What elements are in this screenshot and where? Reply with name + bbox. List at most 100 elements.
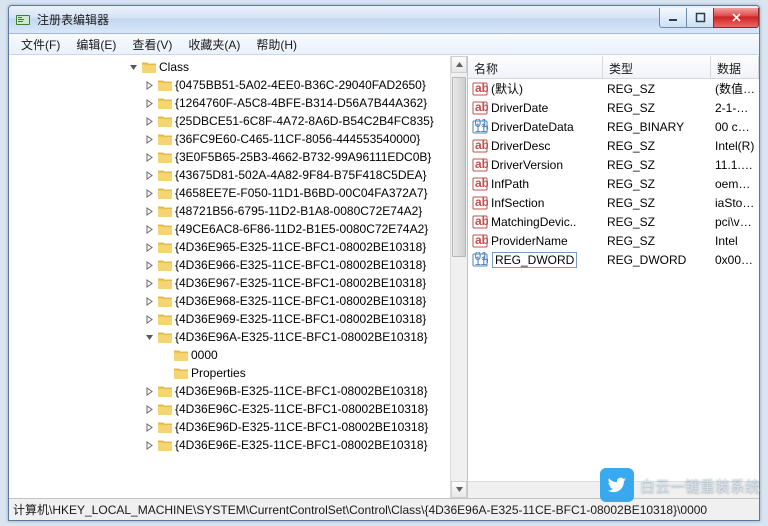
tree-node[interactable]: {4D36E96B-E325-11CE-BFC1-08002BE10318} [9, 382, 450, 400]
value-data: 11.1.0.1 [711, 158, 759, 172]
folder-icon [157, 149, 173, 165]
maximize-button[interactable] [686, 8, 714, 28]
expand-icon[interactable] [141, 221, 157, 237]
expand-icon[interactable] [141, 149, 157, 165]
tree-node[interactable]: {3E0F5B65-25B3-4662-B732-99A96111EDC0B} [9, 148, 450, 166]
tree-vscroll[interactable] [450, 56, 467, 498]
string-value-icon [472, 138, 488, 154]
list-header: 名称 类型 数据 [468, 56, 759, 79]
value-data: pci\ven_ [711, 215, 759, 229]
tree-node[interactable]: {25DBCE51-6C8F-4A72-8A6D-B54C2B4FC835} [9, 112, 450, 130]
expand-icon[interactable] [141, 77, 157, 93]
expand-icon[interactable] [141, 293, 157, 309]
tree-node[interactable]: {49CE6AC8-6F86-11D2-B1E5-0080C72E74A2} [9, 220, 450, 238]
tree-node[interactable]: {4D36E96C-E325-11CE-BFC1-08002BE10318} [9, 400, 450, 418]
value-type: REG_SZ [603, 196, 711, 210]
menu-edit[interactable]: 编辑(E) [68, 34, 124, 55]
tree-node[interactable]: {4D36E968-E325-11CE-BFC1-08002BE10318} [9, 292, 450, 310]
tree-node[interactable]: {36FC9E60-C465-11CF-8056-444553540000} [9, 130, 450, 148]
folder-icon [157, 401, 173, 417]
tree-node[interactable]: Class [9, 58, 450, 76]
expand-icon[interactable] [141, 383, 157, 399]
list-pane: 名称 类型 数据 (默认)REG_SZ(数值未设DriverDateREG_SZ… [468, 56, 759, 498]
tree-node-label: {4658EE7E-F050-11D1-B6BD-00C04FA372A7} [175, 186, 428, 200]
regedit-window: 注册表编辑器 文件(F) 编辑(E) 查看(V) 收藏夹(A) 帮助(H) Cl… [8, 5, 760, 521]
list-body[interactable]: (默认)REG_SZ(数值未设DriverDateREG_SZ2-1-201Dr… [468, 79, 759, 498]
value-name: MatchingDevic.. [491, 215, 576, 229]
tree-node[interactable]: {1264760F-A5C8-4BFE-B314-D56A7B44A362} [9, 94, 450, 112]
minimize-button[interactable] [659, 8, 687, 28]
no-expand-icon [157, 347, 173, 363]
tree-node-label: {49CE6AC8-6F86-11D2-B1E5-0080C72E74A2} [175, 222, 428, 236]
value-row[interactable]: ProviderNameREG_SZIntel [468, 231, 759, 250]
string-value-icon [472, 214, 488, 230]
watermark-text: 白云一键重装系统 [640, 475, 760, 496]
value-row[interactable]: DriverDateDataREG_BINARY00 c0 c9 [468, 117, 759, 136]
expand-icon[interactable] [141, 185, 157, 201]
folder-icon [157, 311, 173, 327]
no-expand-icon [157, 365, 173, 381]
value-row[interactable]: DriverDescREG_SZIntel(R) [468, 136, 759, 155]
expand-icon[interactable] [141, 401, 157, 417]
value-row[interactable]: REG_DWORDREG_DWORD0x00000 [468, 250, 759, 269]
collapse-icon[interactable] [141, 329, 157, 345]
value-type: REG_DWORD [603, 253, 711, 267]
tree-node[interactable]: {4D36E96D-E325-11CE-BFC1-08002BE10318} [9, 418, 450, 436]
value-row[interactable]: InfSectionREG_SZiaStor_I [468, 193, 759, 212]
tree-node[interactable]: {43675D81-502A-4A82-9F84-B75F418C5DEA} [9, 166, 450, 184]
tree-node[interactable]: {4D36E966-E325-11CE-BFC1-08002BE10318} [9, 256, 450, 274]
tree-node-label: {43675D81-502A-4A82-9F84-B75F418C5DEA} [175, 168, 427, 182]
expand-icon[interactable] [141, 275, 157, 291]
value-row[interactable]: (默认)REG_SZ(数值未设 [468, 79, 759, 98]
tree-node[interactable]: {4D36E967-E325-11CE-BFC1-08002BE10318} [9, 274, 450, 292]
menu-help[interactable]: 帮助(H) [248, 34, 305, 55]
col-name[interactable]: 名称 [468, 56, 603, 78]
col-type[interactable]: 类型 [603, 56, 711, 78]
tree-node[interactable]: {4D36E96E-E325-11CE-BFC1-08002BE10318} [9, 436, 450, 454]
value-row[interactable]: DriverVersionREG_SZ11.1.0.1 [468, 155, 759, 174]
window-title: 注册表编辑器 [37, 11, 660, 28]
value-row[interactable]: MatchingDevic..REG_SZpci\ven_ [468, 212, 759, 231]
menu-view[interactable]: 查看(V) [124, 34, 180, 55]
tree-node[interactable]: {4D36E969-E325-11CE-BFC1-08002BE10318} [9, 310, 450, 328]
status-path: 计算机\HKEY_LOCAL_MACHINE\SYSTEM\CurrentCon… [13, 501, 707, 518]
tree[interactable]: Class{0475BB51-5A02-4EE0-B36C-29040FAD26… [9, 56, 450, 498]
expand-icon[interactable] [141, 203, 157, 219]
scroll-up-button[interactable] [451, 56, 467, 73]
tree-node[interactable]: {48721B56-6795-11D2-B1A8-0080C72E74A2} [9, 202, 450, 220]
app-icon [15, 12, 31, 28]
expand-icon[interactable] [141, 437, 157, 453]
expand-icon[interactable] [141, 239, 157, 255]
tree-node[interactable]: {4D36E96A-E325-11CE-BFC1-08002BE10318} [9, 328, 450, 346]
scroll-down-button[interactable] [451, 481, 467, 498]
string-value-icon [472, 176, 488, 192]
expand-icon[interactable] [141, 167, 157, 183]
tree-node[interactable]: 0000 [9, 346, 450, 364]
expand-icon[interactable] [141, 419, 157, 435]
expand-icon[interactable] [141, 95, 157, 111]
titlebar[interactable]: 注册表编辑器 [9, 6, 759, 34]
folder-icon [157, 185, 173, 201]
tree-node[interactable]: Properties [9, 364, 450, 382]
col-data[interactable]: 数据 [711, 56, 759, 78]
tree-node[interactable]: {4D36E965-E325-11CE-BFC1-08002BE10318} [9, 238, 450, 256]
tree-node-label: {3E0F5B65-25B3-4662-B732-99A96111EDC0B} [175, 150, 431, 164]
value-row[interactable]: DriverDateREG_SZ2-1-201 [468, 98, 759, 117]
tree-node[interactable]: {4658EE7E-F050-11D1-B6BD-00C04FA372A7} [9, 184, 450, 202]
value-type: REG_SZ [603, 234, 711, 248]
expand-icon[interactable] [141, 311, 157, 327]
menu-file[interactable]: 文件(F) [13, 34, 68, 55]
expand-icon[interactable] [141, 113, 157, 129]
folder-icon [157, 167, 173, 183]
value-type: REG_SZ [603, 177, 711, 191]
value-row[interactable]: InfPathREG_SZoem7.in [468, 174, 759, 193]
menu-favorites[interactable]: 收藏夹(A) [180, 34, 248, 55]
scroll-thumb[interactable] [452, 77, 466, 257]
collapse-icon[interactable] [125, 59, 141, 75]
folder-icon [157, 113, 173, 129]
expand-icon[interactable] [141, 257, 157, 273]
rename-input[interactable]: REG_DWORD [492, 252, 577, 268]
tree-node[interactable]: {0475BB51-5A02-4EE0-B36C-29040FAD2650} [9, 76, 450, 94]
close-button[interactable] [713, 8, 759, 28]
expand-icon[interactable] [141, 131, 157, 147]
